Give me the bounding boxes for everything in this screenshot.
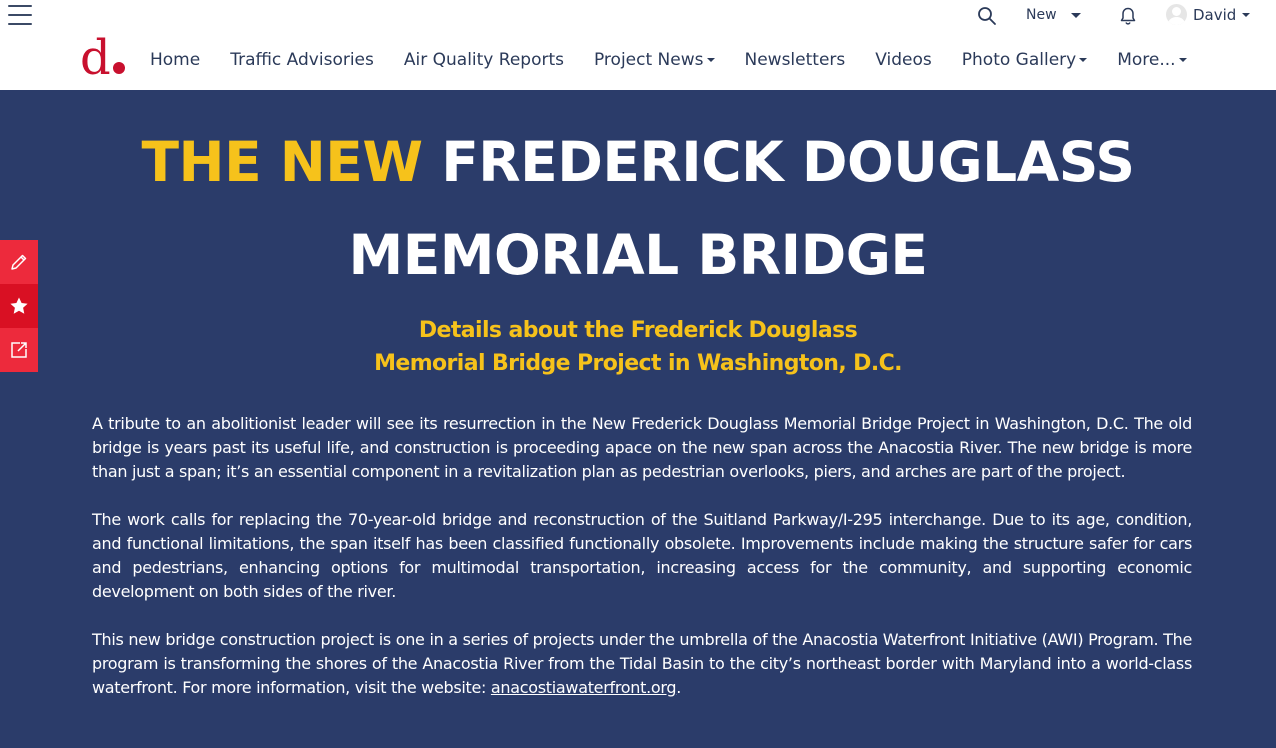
edit-button[interactable] — [0, 240, 38, 284]
star-icon — [10, 297, 28, 314]
nav-item-label: Videos — [875, 50, 932, 70]
nav-item-label: Photo Gallery — [961, 50, 1077, 70]
hero-section: THE NEW FREDERICK DOUGLASS MEMORIAL BRID… — [0, 90, 1276, 748]
title-line2: MEMORIAL BRIDGE — [348, 223, 928, 287]
hamburger-icon[interactable] — [8, 5, 32, 25]
nav-item-traffic-advisories[interactable]: Traffic Advisories — [230, 50, 374, 70]
page-subtitle: Details about the Frederick Douglass Mem… — [0, 314, 1276, 380]
main-nav: d Home Traffic Advisories Air Quality Repo… — [0, 34, 1276, 90]
new-dropdown-label: New — [1026, 7, 1057, 23]
nav-item-project-news[interactable]: Project News — [594, 50, 715, 70]
nav-item-more[interactable]: More... — [1117, 50, 1187, 70]
paragraph-3: This new bridge construction project is … — [92, 628, 1192, 700]
top-utility-bar: New David — [0, 0, 1276, 34]
paragraph-3-end: . — [676, 678, 681, 697]
share-icon — [11, 342, 27, 358]
pencil-icon — [11, 254, 27, 270]
chevron-down-icon — [1178, 58, 1187, 62]
page-title: THE NEW FREDERICK DOUGLASS MEMORIAL BRID… — [0, 116, 1276, 302]
site-logo[interactable]: d — [80, 34, 125, 82]
chevron-down-icon — [1070, 12, 1081, 18]
nav-item-label: Traffic Advisories — [230, 50, 374, 70]
nav-item-label: Air Quality Reports — [403, 50, 564, 70]
user-name: David — [1193, 5, 1237, 24]
title-rest: FREDERICK DOUGLASS — [441, 130, 1135, 194]
nav-item-home[interactable]: Home — [150, 50, 200, 70]
side-action-bar — [0, 240, 38, 372]
nav-item-label: Project News — [593, 50, 704, 70]
paragraph-1: A tribute to an abolitionist leader will… — [92, 414, 1192, 481]
nav-menu: Home Traffic Advisories Air Quality Report… — [150, 50, 1187, 70]
chevron-down-icon — [1242, 12, 1251, 17]
bell-icon[interactable] — [1118, 6, 1138, 26]
nav-item-label: Newsletters — [744, 50, 846, 70]
new-dropdown[interactable]: New — [1026, 7, 1081, 23]
user-menu[interactable]: David — [1166, 4, 1251, 25]
chevron-down-icon — [1079, 58, 1088, 62]
nav-item-newsletters[interactable]: Newsletters — [745, 50, 846, 70]
share-button[interactable] — [0, 328, 38, 372]
title-highlight: THE NEW — [141, 130, 424, 194]
favorite-button[interactable] — [0, 284, 38, 328]
nav-item-label: More... — [1117, 50, 1176, 70]
awi-website-link[interactable]: anacostiawaterfront.org — [491, 678, 677, 697]
nav-item-videos[interactable]: Videos — [875, 50, 932, 70]
search-icon[interactable] — [977, 6, 997, 26]
nav-item-air-quality-reports[interactable]: Air Quality Reports — [404, 50, 564, 70]
subtitle-line1: Details about the Frederick Douglass — [418, 318, 858, 343]
paragraph-2: The work calls for replacing the 70-year… — [92, 510, 1192, 601]
nav-item-photo-gallery[interactable]: Photo Gallery — [961, 50, 1088, 70]
logo-dot — [112, 62, 125, 74]
nav-item-label: Home — [150, 50, 201, 70]
logo-letter: d — [80, 30, 111, 86]
avatar — [1166, 4, 1187, 25]
subtitle-line2: Memorial Bridge Project in Washington, D… — [374, 351, 902, 376]
article-body: A tribute to an abolitionist leader will… — [92, 412, 1192, 724]
chevron-down-icon — [706, 58, 715, 62]
